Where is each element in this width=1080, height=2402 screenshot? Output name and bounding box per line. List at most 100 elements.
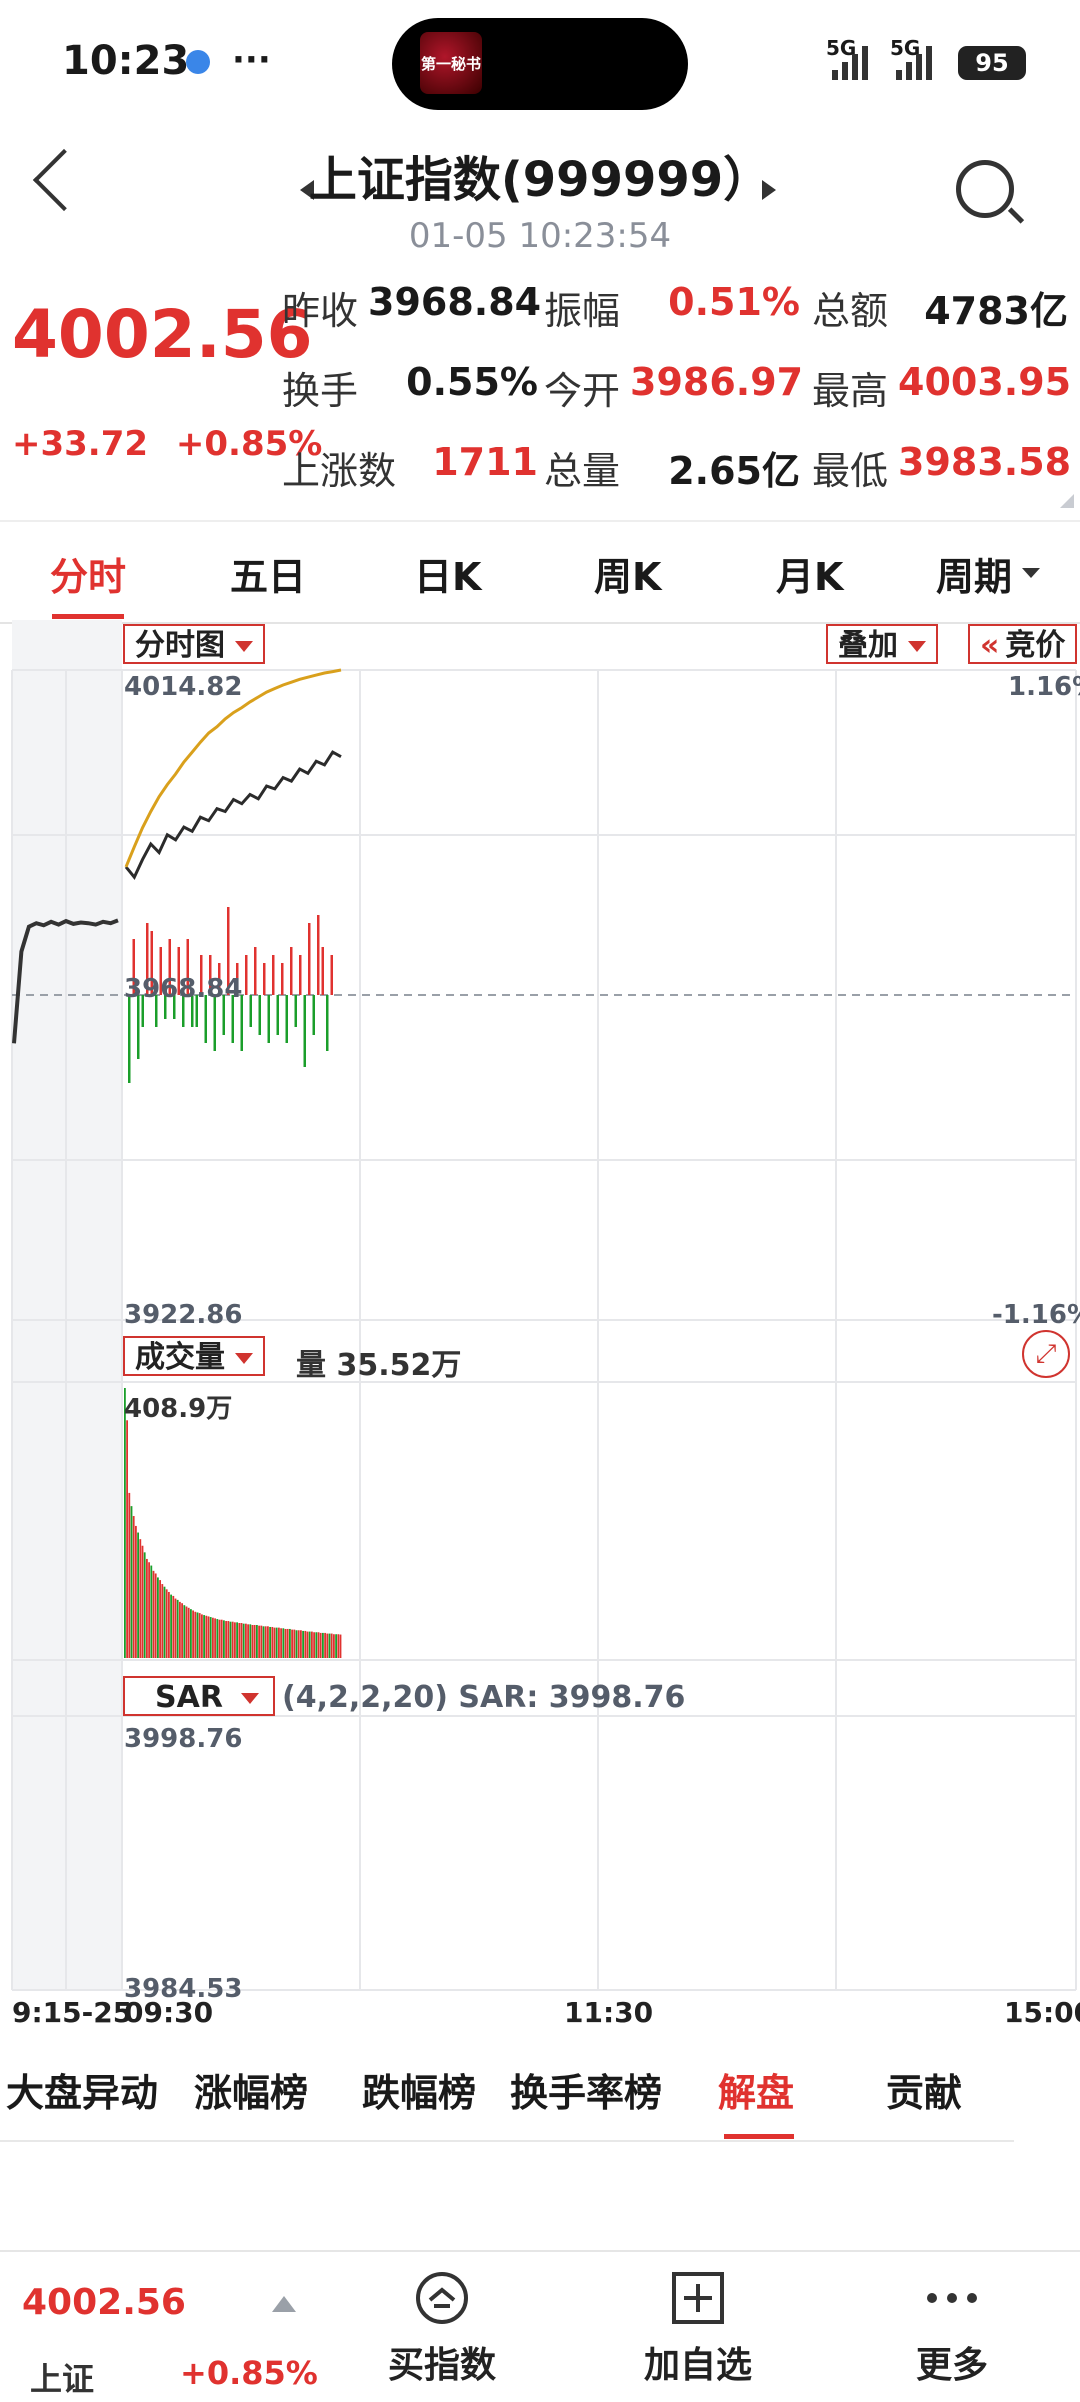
quote-label: 最低 — [812, 449, 889, 493]
more-notifications-icon: ··· — [232, 40, 271, 80]
volume-axis-max: 408.9万 — [124, 1394, 233, 1424]
change-amount: +33.72 — [12, 424, 149, 464]
strength-bar — [281, 963, 284, 995]
volume-bar — [124, 1388, 126, 1658]
volume-bar — [176, 1599, 179, 1658]
volume-bar — [209, 1617, 212, 1658]
sar-dropdown[interactable]: SAR — [123, 1676, 275, 1716]
status-bar: 10:23 ··· 第一秘书 5G 5G 95 — [0, 0, 1080, 130]
volume-bar — [172, 1595, 175, 1658]
quote-label: 总量 — [544, 449, 621, 493]
volume-bar — [240, 1623, 243, 1658]
volume-bar — [317, 1632, 320, 1658]
chevron-down-icon — [235, 641, 253, 652]
bottom-action-bar: 4002.56 上证 +0.85% 买指数 加自选 更多 — [0, 2250, 1080, 2402]
strength-bar — [299, 955, 302, 995]
browser-icon — [186, 50, 210, 74]
strength-bar — [249, 995, 252, 1027]
volume-bar — [187, 1607, 190, 1658]
strength-bar — [272, 955, 275, 995]
sar-axis-high: 3998.76 — [124, 1724, 243, 1754]
strength-bar — [308, 923, 311, 995]
quote-value: 1711 — [432, 440, 538, 484]
volume-bar — [313, 1632, 315, 1658]
back-icon[interactable] — [32, 148, 96, 212]
auction-label: 竞价 — [1005, 628, 1066, 663]
tab-weekly-k[interactable]: 周K — [594, 546, 661, 601]
volume-bar — [236, 1622, 238, 1658]
strength-bar — [326, 995, 329, 1051]
tab-analysis[interactable]: 解盘 — [718, 2062, 794, 2117]
quote-expand-corner-icon[interactable] — [1060, 494, 1074, 508]
more-button[interactable]: 更多 — [862, 2270, 1042, 2388]
volume-bar — [135, 1525, 137, 1658]
overlay-label: 叠加 — [838, 628, 898, 663]
volume-bar — [304, 1630, 307, 1658]
volume-bar — [333, 1634, 335, 1658]
volume-bar — [157, 1577, 159, 1658]
strength-bar — [276, 995, 279, 1035]
tab-monthly-k[interactable]: 月K — [776, 546, 843, 601]
tab-five-day[interactable]: 五日 — [230, 546, 306, 601]
add-watchlist-label: 加自选 — [643, 2345, 752, 2386]
volume-bar — [291, 1629, 293, 1658]
volume-bar — [227, 1621, 230, 1658]
chart-mode-dropdown[interactable]: 分时图 — [123, 624, 265, 664]
tab-daily-k[interactable]: 日K — [414, 546, 481, 601]
volume-bar — [247, 1624, 249, 1658]
volume-bar — [174, 1598, 177, 1658]
active-tab-indicator — [52, 614, 124, 619]
price-change: +33.72 +0.85% — [12, 424, 322, 464]
volume-bar — [297, 1630, 300, 1658]
volume-bar — [293, 1629, 296, 1658]
time-label-close: 15:00 — [1004, 1996, 1080, 2029]
volume-bar — [242, 1623, 245, 1658]
volume-bar — [251, 1624, 254, 1658]
tab-contribution[interactable]: 贡献 — [886, 2062, 962, 2117]
chart-period-tabs: 分时 五日 日K 周K 月K 周期 — [0, 520, 1080, 624]
volume-bar — [275, 1627, 278, 1658]
chart-mode-label: 分时图 — [135, 628, 225, 663]
quote-label: 今开 — [544, 369, 621, 413]
volume-bar — [335, 1634, 337, 1658]
volume-bar — [130, 1506, 133, 1658]
volume-bar — [330, 1633, 333, 1658]
volume-bar — [141, 1545, 144, 1658]
fullscreen-expand-icon[interactable]: ⤢ — [1022, 1330, 1070, 1378]
quote-stats-grid: 昨收 3968.84 振幅 0.51% 总额 4783亿 换手 0.55% 今开 3986.97 最… — [282, 280, 1071, 493]
volume-bar — [179, 1601, 181, 1658]
volume-bar — [319, 1632, 322, 1658]
tab-losers[interactable]: 跌幅榜 — [362, 2062, 476, 2117]
search-icon[interactable] — [956, 160, 1014, 218]
auction-button[interactable]: «竞价 — [968, 624, 1078, 664]
quote-value: 2.65亿 — [668, 449, 800, 493]
volume-bar — [267, 1626, 269, 1658]
pct-axis-high: 1.16% — [1008, 672, 1080, 702]
volume-bar — [280, 1628, 282, 1658]
quote-datetime: 01-05 10:23:54 — [408, 216, 672, 256]
volume-bar — [225, 1621, 227, 1658]
strength-bar — [317, 915, 320, 995]
volume-bar — [326, 1633, 329, 1658]
quote-label: 昨收 — [282, 289, 359, 333]
volume-bar — [284, 1628, 287, 1658]
time-label-midday: 11:30 — [564, 1996, 654, 2029]
bottom-change-pct: +0.85% — [180, 2354, 318, 2392]
volume-bar — [245, 1623, 247, 1658]
volume-bar — [190, 1609, 192, 1658]
buy-index-label: 买指数 — [387, 2345, 496, 2386]
volume-bar — [148, 1562, 150, 1658]
time-label-auction: 9:15-25 — [12, 1996, 133, 2029]
add-watchlist-button[interactable]: 加自选 — [608, 2270, 788, 2388]
tab-period[interactable]: 周期 — [936, 546, 1012, 601]
up-arrow-icon — [272, 2296, 296, 2312]
volume-dropdown[interactable]: 成交量 — [123, 1336, 265, 1376]
volume-bar — [161, 1584, 164, 1658]
tab-intraday[interactable]: 分时 — [50, 546, 126, 601]
buy-index-button[interactable]: 买指数 — [352, 2270, 532, 2388]
tab-turnover-rank[interactable]: 换手率榜 — [510, 2062, 662, 2117]
strength-bar — [330, 955, 333, 995]
tab-gainers[interactable]: 涨幅榜 — [194, 2062, 308, 2117]
tab-market-movers[interactable]: 大盘异动 — [6, 2062, 158, 2117]
overlay-dropdown[interactable]: 叠加 — [826, 624, 938, 664]
